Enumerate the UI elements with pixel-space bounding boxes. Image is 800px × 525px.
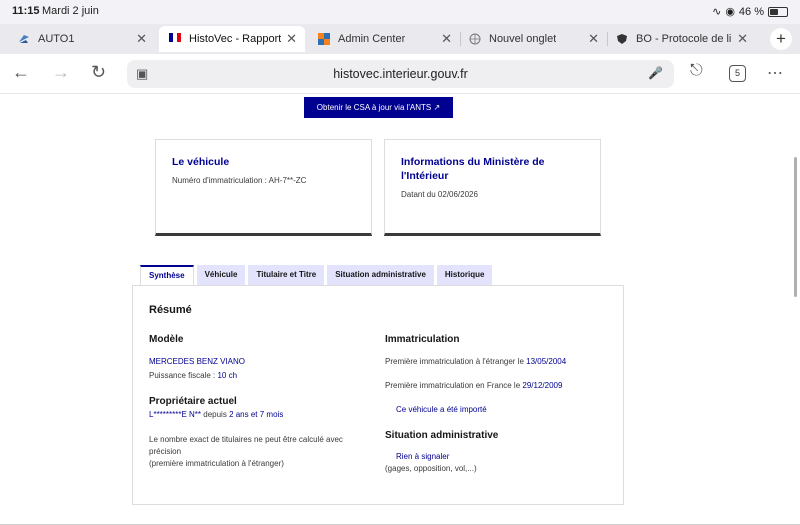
browser-tab-admin-center[interactable]: Admin Center ✕ <box>308 26 460 52</box>
shield-icon <box>616 33 628 45</box>
wifi-icon: ∿ <box>712 6 722 18</box>
vehicle-card: Le véhicule Numéro d'immatriculation : A… <box>155 139 372 236</box>
url-text: histovec.interieur.gouv.fr <box>333 67 468 81</box>
tab-count-button[interactable]: 5 <box>729 65 746 82</box>
close-icon[interactable]: ✕ <box>737 31 748 47</box>
status-time: 11:15 <box>12 5 40 17</box>
france-registration: Première immatriculation en France le 29… <box>385 380 562 391</box>
ministry-card-title: Informations du Ministère de l'Intérieur <box>401 156 545 182</box>
globe-icon <box>469 33 481 45</box>
browser-toolbar: ← → ↻ ▣ histovec.interieur.gouv.fr 🎤 ⎋ 5… <box>0 54 800 94</box>
french-flag-icon <box>169 33 181 45</box>
owner-since-value: 2 ans et 7 mois <box>229 410 284 419</box>
owner-line: L*********E N** depuis 2 ans et 7 mois <box>149 409 283 420</box>
tab-vehicule[interactable]: Véhicule <box>196 265 246 285</box>
summary-heading: Résumé <box>149 304 192 316</box>
plate-number: Numéro d'immatriculation : AH-7**-ZC <box>172 176 307 185</box>
owner-note-line-3: (première immatriculation à l'étranger) <box>149 459 284 468</box>
close-icon[interactable]: ✕ <box>441 31 452 47</box>
share-icon[interactable]: ⎋ <box>690 62 703 80</box>
auto1-favicon-icon <box>18 33 30 45</box>
registration-heading: Immatriculation <box>385 334 460 345</box>
owner-note-line-1: Le nombre exact de titulaires ne peut êt… <box>149 435 343 444</box>
owner-name: L*********E N** <box>149 410 202 419</box>
ministry-card: Informations du Ministère de l'Intérieur… <box>384 139 601 236</box>
address-bar[interactable]: ▣ histovec.interieur.gouv.fr 🎤 <box>127 60 674 88</box>
status-indicators: ∿ ◉ 46 % <box>712 5 788 18</box>
page-content: Obtenir le CSA à jour via l'ANTS ↗ Le vé… <box>0 94 800 525</box>
france-registration-label: Première immatriculation en France le <box>385 381 523 390</box>
back-arrow-icon[interactable]: ← <box>12 62 30 83</box>
model-value: MERCEDES BENZ VIANO <box>149 357 246 366</box>
fiscal-value: 10 ch <box>217 371 238 380</box>
new-tab-button[interactable]: + <box>770 28 792 50</box>
browser-tab-new-tab[interactable]: Nouvel onglet ✕ <box>461 26 607 52</box>
status-bar: 11:15 Mardi 2 juin ∿ ◉ 46 % <box>0 0 800 24</box>
close-icon[interactable]: ✕ <box>588 31 599 47</box>
tab-synthese[interactable]: Synthèse <box>140 265 194 285</box>
report-tabs: Synthèse Véhicule Titulaire et Titre Sit… <box>140 265 493 285</box>
foreign-registration-date: 13/05/2004 <box>526 357 567 366</box>
tab-title: Nouvel onglet <box>489 33 557 45</box>
synthese-panel: Résumé Modèle MERCEDES BENZ VIANO Puissa… <box>132 285 624 505</box>
fiscal-label: Puissance fiscale : <box>149 371 218 380</box>
page-scrollbar[interactable] <box>794 157 797 297</box>
foreign-registration-label: Première immatriculation à l'étranger le <box>385 357 527 366</box>
external-link-icon: ↗ <box>433 103 441 112</box>
model-heading: Modèle <box>149 334 184 345</box>
owner-since-label: depuis <box>201 410 230 419</box>
more-options-icon[interactable]: ⋯ <box>767 63 783 83</box>
ministry-date: Datant du 02/06/2026 <box>401 190 478 199</box>
plus-icon: + <box>776 29 786 48</box>
admin-situation-heading: Situation administrative <box>385 430 499 441</box>
csa-ants-button[interactable]: Obtenir le CSA à jour via l'ANTS ↗ <box>304 97 453 118</box>
battery-percent: 46 % <box>738 5 764 18</box>
battery-icon <box>768 6 788 17</box>
status-date: Mardi 2 juin <box>42 5 99 17</box>
reload-icon[interactable]: ↻ <box>91 62 106 83</box>
forward-arrow-icon[interactable]: → <box>52 62 70 83</box>
foreign-registration: Première immatriculation à l'étranger le… <box>385 356 566 367</box>
tab-title: AUTO1 <box>38 33 75 45</box>
tab-title: BO - Protocole de li <box>636 33 732 45</box>
france-registration-date: 29/12/2009 <box>522 381 563 390</box>
microphone-icon[interactable]: 🎤 <box>648 66 663 80</box>
tab-title: HistoVec - Rapport <box>189 33 282 45</box>
browser-tab-strip: AUTO1 ✕ HistoVec - Rapport ✕ Admin Cente… <box>0 24 800 54</box>
browser-tab-bo-protocole[interactable]: BO - Protocole de li ✕ <box>608 26 756 52</box>
location-icon: ◉ <box>725 6 735 18</box>
close-icon[interactable]: ✕ <box>136 31 147 47</box>
fiscal-power: Puissance fiscale : 10 ch <box>149 370 237 381</box>
tab-historique[interactable]: Historique <box>436 265 493 285</box>
admin-situation-note: (gages, opposition, vol,...) <box>385 464 477 473</box>
admin-center-icon <box>318 33 330 45</box>
tab-title: Admin Center <box>338 33 406 45</box>
imported-note: Ce véhicule a été importé <box>396 405 487 414</box>
close-icon[interactable]: ✕ <box>286 31 297 47</box>
tab-titulaire-titre[interactable]: Titulaire et Titre <box>248 265 325 285</box>
browser-tab-histovec[interactable]: HistoVec - Rapport ✕ <box>159 26 305 52</box>
browser-tab-auto1[interactable]: AUTO1 ✕ <box>0 26 155 52</box>
owner-heading: Propriétaire actuel <box>149 396 237 407</box>
admin-situation-value: Rien à signaler <box>396 452 450 461</box>
vehicle-card-title: Le véhicule <box>172 156 230 168</box>
tab-situation-administrative[interactable]: Situation administrative <box>327 265 434 285</box>
owner-note-line-2: précision <box>149 447 182 456</box>
csa-button-label: Obtenir le CSA à jour via l'ANTS <box>316 103 432 112</box>
